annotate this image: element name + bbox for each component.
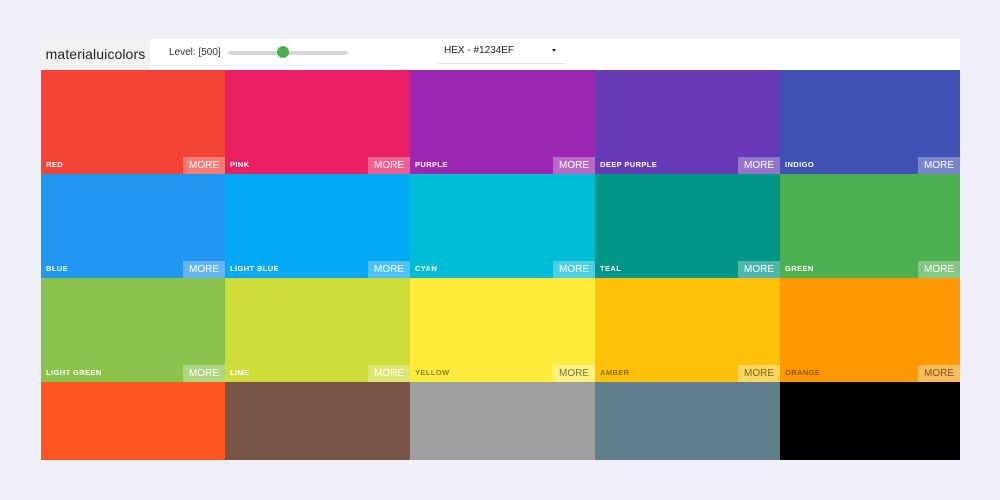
- more-button[interactable]: MORE: [738, 261, 780, 278]
- more-button[interactable]: MORE: [368, 261, 410, 278]
- color-tile[interactable]: GREEN MORE: [780, 174, 960, 278]
- more-button[interactable]: MORE: [553, 365, 595, 382]
- color-tile[interactable]: TEAL MORE: [595, 174, 780, 278]
- color-name-label: PURPLE: [415, 160, 448, 169]
- color-tile[interactable]: [225, 382, 410, 460]
- color-tile[interactable]: INDIGO MORE: [780, 70, 960, 174]
- color-tile[interactable]: LIGHT BLUE MORE: [225, 174, 410, 278]
- level-slider[interactable]: [228, 45, 348, 61]
- more-button[interactable]: MORE: [918, 157, 960, 174]
- color-tile[interactable]: YELLOW MORE: [410, 278, 595, 382]
- color-name-label: TEAL: [600, 264, 622, 273]
- more-button[interactable]: MORE: [183, 157, 225, 174]
- level-label: Level: [500]: [169, 47, 221, 58]
- more-button[interactable]: MORE: [183, 365, 225, 382]
- color-name-label: AMBER: [600, 368, 630, 377]
- color-tile[interactable]: LIGHT GREEN MORE: [41, 278, 225, 382]
- color-tile[interactable]: [410, 382, 595, 460]
- color-tile[interactable]: [41, 382, 225, 460]
- app-window: materialuicolors Level: [500] HEX - #123…: [41, 39, 960, 460]
- color-tile[interactable]: PINK MORE: [225, 70, 410, 174]
- color-name-label: LIGHT BLUE: [230, 264, 279, 273]
- color-name-label: YELLOW: [415, 368, 450, 377]
- color-tile[interactable]: BLUE MORE: [41, 174, 225, 278]
- more-button[interactable]: MORE: [738, 157, 780, 174]
- color-name-label: ORANGE: [785, 368, 821, 377]
- color-format-value: HEX - #1234EF: [444, 45, 515, 56]
- color-tile[interactable]: RED MORE: [41, 70, 225, 174]
- color-tile[interactable]: AMBER MORE: [595, 278, 780, 382]
- more-button[interactable]: MORE: [918, 261, 960, 278]
- color-name-label: BLUE: [46, 264, 69, 273]
- color-name-label: INDIGO: [785, 160, 815, 169]
- more-button[interactable]: MORE: [368, 157, 410, 174]
- color-name-label: RED: [46, 160, 64, 169]
- color-name-label: LIGHT GREEN: [46, 368, 102, 377]
- color-tile[interactable]: [595, 382, 780, 460]
- more-button[interactable]: MORE: [918, 365, 960, 382]
- chevron-down-icon: [552, 49, 556, 52]
- color-format-select[interactable]: HEX - #1234EF: [438, 39, 566, 64]
- color-tile[interactable]: PURPLE MORE: [410, 70, 595, 174]
- color-name-label: GREEN: [785, 264, 814, 273]
- color-grid: RED MORE PINK MORE PURPLE MORE DEEP PURPLE MORE…: [41, 70, 960, 460]
- more-button[interactable]: MORE: [368, 365, 410, 382]
- slider-thumb[interactable]: [277, 46, 290, 58]
- color-name-label: DEEP PURPLE: [600, 160, 658, 169]
- more-button[interactable]: MORE: [738, 365, 780, 382]
- app-title: materialuicolors: [41, 39, 150, 70]
- color-tile[interactable]: ORANGE MORE: [780, 278, 960, 382]
- color-name-label: PINK: [230, 160, 250, 169]
- color-tile[interactable]: DEEP PURPLE MORE: [595, 70, 780, 174]
- color-name-label: LIME: [230, 368, 250, 377]
- more-button[interactable]: MORE: [553, 261, 595, 278]
- color-tile[interactable]: CYAN MORE: [410, 174, 595, 278]
- color-tile[interactable]: [780, 382, 960, 460]
- more-button[interactable]: MORE: [183, 261, 225, 278]
- toolbar: materialuicolors Level: [500] HEX - #123…: [41, 39, 960, 70]
- color-tile[interactable]: LIME MORE: [225, 278, 410, 382]
- more-button[interactable]: MORE: [553, 157, 595, 174]
- color-name-label: CYAN: [415, 264, 438, 273]
